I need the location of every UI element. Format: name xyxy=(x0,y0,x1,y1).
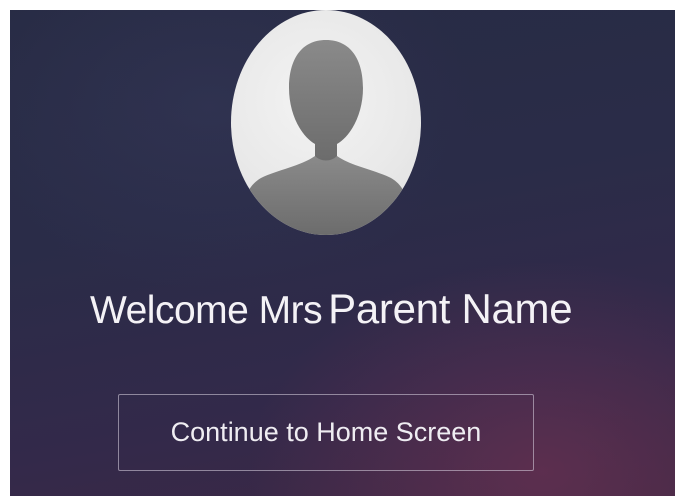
avatar xyxy=(231,10,421,235)
welcome-greeting: Welcome Mrs xyxy=(90,289,323,332)
person-silhouette-icon xyxy=(239,40,413,235)
parent-name: Parent Name xyxy=(328,285,573,332)
welcome-message: Welcome Mrs Parent Name xyxy=(10,285,675,332)
continue-to-home-button[interactable]: Continue to Home Screen xyxy=(118,394,534,471)
login-welcome-screen: Welcome Mrs Parent Name Continue to Home … xyxy=(10,10,675,496)
